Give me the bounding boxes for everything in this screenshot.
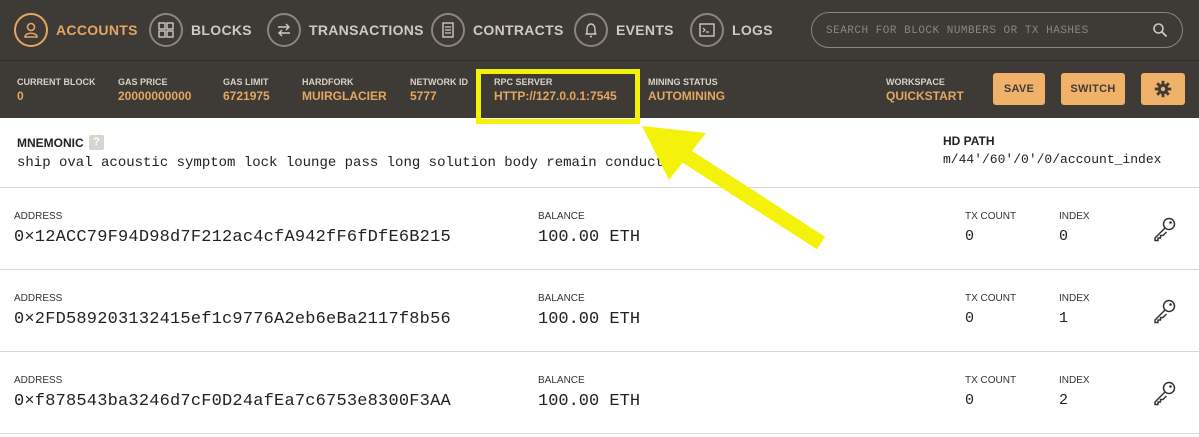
stat-mining-status: MINING STATUS AUTOMINING	[648, 77, 725, 103]
account-balance: 100.00 ETH	[538, 310, 641, 329]
balance-label: BALANCE	[538, 375, 585, 386]
stat-label: CURRENT BLOCK	[17, 77, 96, 87]
stat-label: GAS LIMIT	[223, 77, 269, 87]
account-index: 2	[1059, 392, 1069, 409]
tx-count-label: TX COUNT	[965, 293, 1017, 304]
stat-gas-price: GAS PRICE 20000000000	[118, 77, 191, 103]
index-label: INDEX	[1059, 211, 1090, 222]
stat-value: 6721975	[223, 89, 270, 103]
nav-logs[interactable]: LOGS	[690, 0, 773, 60]
person-icon	[14, 13, 48, 47]
balance-label: BALANCE	[538, 211, 585, 222]
account-index: 0	[1059, 228, 1069, 245]
account-row[interactable]: ADDRESS 0×2FD589203132415ef1c9776A2eb6eB…	[0, 270, 1199, 352]
nav-events[interactable]: EVENTS	[574, 0, 674, 60]
accounts-list: ADDRESS 0×12ACC79F94D98d7F212ac4cfA942fF…	[0, 188, 1199, 434]
gear-icon	[1154, 80, 1172, 98]
nav-events-label: EVENTS	[616, 22, 674, 38]
hd-path-title: HD PATH	[943, 134, 995, 148]
nav-accounts-label: ACCOUNTS	[56, 22, 138, 38]
stat-value: QUICKSTART	[886, 89, 964, 103]
account-index: 1	[1059, 310, 1069, 327]
account-address: 0×12ACC79F94D98d7F212ac4cfA942fF6fDfE6B2…	[14, 228, 451, 247]
stat-label: NETWORK ID	[410, 77, 468, 87]
help-icon[interactable]: ?	[89, 135, 104, 150]
document-icon	[431, 13, 465, 47]
stat-value: 5777	[410, 89, 437, 103]
stat-value: AUTOMINING	[648, 89, 726, 103]
bell-icon	[574, 13, 608, 47]
stat-label: GAS PRICE	[118, 77, 168, 87]
nav-contracts[interactable]: CONTRACTS	[431, 0, 564, 60]
nav-transactions-label: TRANSACTIONS	[309, 22, 424, 38]
nav-transactions[interactable]: TRANSACTIONS	[267, 0, 424, 60]
hd-path-value: m/44'/60'/0'/0/account_index	[943, 152, 1162, 167]
stat-value: 0	[17, 89, 24, 103]
swap-arrows-icon	[267, 13, 301, 47]
account-balance: 100.00 ETH	[538, 392, 641, 411]
index-label: INDEX	[1059, 293, 1090, 304]
stat-label: MINING STATUS	[648, 77, 718, 87]
key-icon[interactable]	[1151, 298, 1177, 324]
stat-label: WORKSPACE	[886, 77, 945, 87]
stat-current-block: CURRENT BLOCK 0	[17, 77, 96, 103]
nav-contracts-label: CONTRACTS	[473, 22, 564, 38]
address-label: ADDRESS	[14, 293, 63, 304]
account-tx-count: 0	[965, 392, 975, 409]
tx-count-label: TX COUNT	[965, 211, 1017, 222]
stat-gas-limit: GAS LIMIT 6721975	[223, 77, 270, 103]
stat-hardfork: HARDFORK MUIRGLACIER	[302, 77, 387, 103]
account-balance: 100.00 ETH	[538, 228, 641, 247]
search-input[interactable]	[824, 13, 1148, 49]
save-button[interactable]: SAVE	[993, 73, 1045, 105]
account-row[interactable]: ADDRESS 0×12ACC79F94D98d7F212ac4cfA942fF…	[0, 188, 1199, 270]
account-address: 0×2FD589203132415ef1c9776A2eb6eBa2117f8b…	[14, 310, 451, 329]
settings-button[interactable]	[1141, 73, 1185, 105]
stat-workspace: WORKSPACE QUICKSTART	[886, 77, 964, 103]
mnemonic-title: MNEMONIC	[17, 136, 84, 150]
tx-count-label: TX COUNT	[965, 375, 1017, 386]
index-label: INDEX	[1059, 375, 1090, 386]
mnemonic-panel: MNEMONIC ? ship oval acoustic symptom lo…	[0, 118, 1199, 188]
stat-value: 20000000000	[118, 89, 192, 103]
account-tx-count: 0	[965, 228, 975, 245]
account-row[interactable]: ADDRESS 0×f878543ba3246d7cF0D24afEa7c675…	[0, 352, 1199, 434]
nav-accounts[interactable]: ACCOUNTS	[14, 0, 138, 60]
key-icon[interactable]	[1151, 380, 1177, 406]
account-tx-count: 0	[965, 310, 975, 327]
balance-label: BALANCE	[538, 293, 585, 304]
terminal-icon	[690, 13, 724, 47]
top-nav: ACCOUNTS BLOCKS TRANSACTIONS CONTRACTS E…	[0, 0, 1199, 60]
stat-network-id: NETWORK ID 5777	[410, 77, 468, 103]
nav-logs-label: LOGS	[732, 22, 773, 38]
account-address: 0×f878543ba3246d7cF0D24afEa7c6753e8300F3…	[14, 392, 451, 411]
stat-label: HARDFORK	[302, 77, 354, 87]
nav-blocks[interactable]: BLOCKS	[149, 0, 252, 60]
search-icon[interactable]	[1152, 22, 1168, 38]
grid-icon	[149, 13, 183, 47]
stat-value: MUIRGLACIER	[302, 89, 387, 103]
search-box	[811, 12, 1183, 49]
mnemonic-words: ship oval acoustic symptom lock lounge p…	[17, 155, 664, 171]
key-icon[interactable]	[1151, 216, 1177, 242]
address-label: ADDRESS	[14, 211, 63, 222]
address-label: ADDRESS	[14, 375, 63, 386]
nav-blocks-label: BLOCKS	[191, 22, 252, 38]
switch-button[interactable]: SWITCH	[1061, 73, 1125, 105]
rpc-server-highlight	[476, 69, 640, 124]
